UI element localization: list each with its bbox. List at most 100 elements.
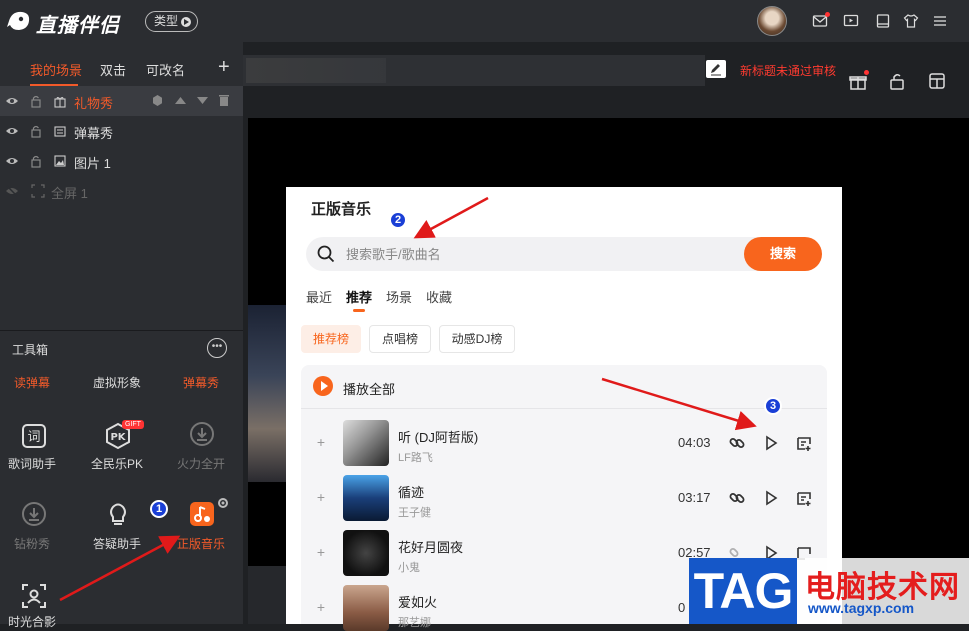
- move-down-icon[interactable]: [197, 96, 208, 105]
- step-badge-1: 1: [150, 500, 168, 518]
- tab-double-click[interactable]: 双击: [100, 60, 126, 79]
- search-input[interactable]: [346, 237, 736, 271]
- unlock-icon[interactable]: [888, 72, 906, 90]
- tab-my-scenes[interactable]: 我的场景: [30, 60, 82, 79]
- add-icon[interactable]: +: [315, 600, 327, 614]
- download-icon[interactable]: [188, 420, 216, 448]
- gift-box-icon[interactable]: [849, 73, 867, 91]
- step-badge-2: 2: [389, 211, 407, 229]
- tool-danmaku-show[interactable]: 弹幕秀: [166, 374, 236, 391]
- tab-recent[interactable]: 最近: [306, 287, 332, 306]
- tool-pk[interactable]: 全民乐PK: [82, 455, 152, 472]
- play-icon[interactable]: [761, 488, 781, 508]
- chip-dj-chart[interactable]: 动感DJ榜: [439, 325, 515, 353]
- tool-fans-show[interactable]: 钻粉秀: [0, 535, 67, 552]
- photo-icon[interactable]: [20, 582, 48, 610]
- song-artist: 王子健: [398, 507, 431, 519]
- tool-qa[interactable]: 答疑助手: [82, 535, 152, 552]
- eye-icon[interactable]: [5, 94, 19, 108]
- song-title: 循迹: [398, 485, 425, 500]
- layer-row[interactable]: 图片 1: [0, 146, 243, 176]
- video-icon[interactable]: [843, 13, 859, 29]
- link-icon[interactable]: [727, 488, 747, 508]
- divider: [301, 408, 827, 409]
- edit-icon[interactable]: [706, 60, 726, 78]
- more-button[interactable]: •••: [207, 338, 227, 358]
- watermark-url: www.tagxp.com: [808, 600, 915, 616]
- settings-icon[interactable]: [152, 95, 163, 106]
- song-artist: LF路飞: [398, 452, 433, 464]
- svg-text:PK: PK: [110, 432, 126, 443]
- search-box[interactable]: [306, 237, 746, 271]
- tab-recommend[interactable]: 推荐: [346, 287, 372, 306]
- stage-background-image: [248, 305, 288, 482]
- link-icon[interactable]: [727, 433, 747, 453]
- layer-name: 礼物秀: [74, 96, 114, 111]
- song-row[interactable]: + 循迹 王子健 03:17: [301, 471, 827, 526]
- menu-icon[interactable]: [932, 13, 948, 29]
- chip-request-chart[interactable]: 点唱榜: [369, 325, 431, 353]
- gift-icon: [54, 97, 66, 108]
- move-up-icon[interactable]: [175, 96, 186, 105]
- skin-icon[interactable]: [903, 13, 919, 29]
- play-icon[interactable]: [761, 433, 781, 453]
- lyrics-icon[interactable]: 词: [20, 422, 48, 450]
- song-artist: 那艺娜: [398, 617, 431, 629]
- song-duration: 04:03: [678, 435, 711, 450]
- tool-read-danmaku[interactable]: 读弹幕: [0, 374, 67, 391]
- layer-row[interactable]: 弹幕秀: [0, 116, 243, 146]
- add-icon[interactable]: +: [315, 435, 327, 449]
- add-to-list-icon[interactable]: [794, 488, 814, 508]
- layer-row[interactable]: 礼物秀: [0, 86, 243, 116]
- add-to-list-icon[interactable]: [794, 433, 814, 453]
- song-title: 花好月圆夜: [398, 540, 464, 555]
- music-app-icon[interactable]: [190, 502, 214, 526]
- fullscreen-icon: [31, 184, 45, 198]
- album-cover: [343, 585, 389, 631]
- layer-name: 弹幕秀: [74, 126, 114, 141]
- lock-icon[interactable]: [29, 154, 43, 168]
- layout-icon[interactable]: [928, 72, 946, 90]
- tool-licensed-music[interactable]: 正版音乐: [166, 535, 236, 552]
- tool-firepower[interactable]: 火力全开: [166, 455, 236, 472]
- tab-scene[interactable]: 场景: [386, 287, 412, 306]
- song-row[interactable]: + 听 (DJ阿哲版) LF路飞 04:03: [301, 416, 827, 471]
- eye-icon[interactable]: [5, 124, 19, 138]
- search-button[interactable]: 搜索: [744, 237, 822, 271]
- add-icon[interactable]: +: [315, 545, 327, 559]
- lock-icon[interactable]: [29, 94, 43, 108]
- type-button[interactable]: 类型: [145, 11, 198, 32]
- album-cover: [343, 420, 389, 466]
- stage-bottom-bar: [248, 566, 286, 624]
- add-icon[interactable]: +: [315, 490, 327, 504]
- add-scene-button[interactable]: +: [218, 56, 230, 79]
- delete-icon[interactable]: [219, 94, 229, 106]
- song-artist: 小鬼: [398, 562, 420, 574]
- play-all-button[interactable]: 播放全部: [343, 379, 395, 398]
- album-cover: [343, 475, 389, 521]
- toolbox-title: 工具箱: [12, 343, 49, 357]
- tab-underline: [353, 309, 365, 312]
- layer-name: 图片 1: [74, 156, 111, 171]
- song-duration: 03:17: [678, 490, 711, 505]
- tool-avatar[interactable]: 虚拟形象: [82, 374, 152, 391]
- play-all-icon[interactable]: [313, 376, 333, 396]
- window-icon[interactable]: [875, 13, 891, 29]
- hidden-eye-icon[interactable]: [5, 184, 19, 198]
- lock-icon[interactable]: [29, 124, 43, 138]
- album-cover: [343, 530, 389, 576]
- watermark-tag-logo: TAG: [689, 558, 797, 624]
- download-icon[interactable]: [20, 500, 48, 528]
- svg-text:词: 词: [27, 430, 40, 445]
- gear-icon[interactable]: [216, 496, 230, 510]
- tool-time-photo[interactable]: 时光合影: [0, 613, 67, 630]
- tool-lyrics[interactable]: 歌词助手: [0, 455, 67, 472]
- eye-icon[interactable]: [5, 154, 19, 168]
- gift-badge: GIFT: [122, 420, 144, 429]
- lightbulb-icon[interactable]: [104, 500, 132, 528]
- tab-favorites[interactable]: 收藏: [426, 287, 452, 306]
- chip-recommend-chart[interactable]: 推荐榜: [301, 325, 361, 353]
- layer-row[interactable]: 全屏 1: [0, 176, 243, 206]
- tab-rename[interactable]: 可改名: [146, 60, 185, 79]
- avatar[interactable]: [757, 6, 787, 36]
